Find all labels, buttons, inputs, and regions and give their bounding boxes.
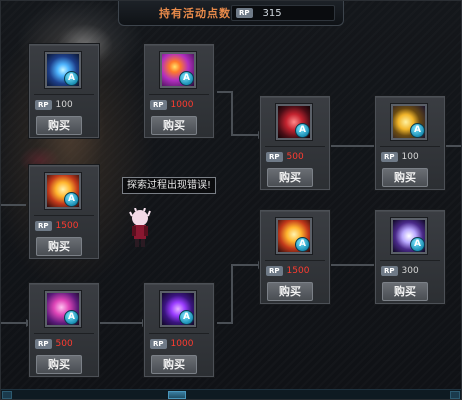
price-value: 300 [401, 266, 419, 276]
item-card: A RP 1500 购买 [260, 210, 330, 304]
rp-currency-icon: RP [236, 8, 253, 18]
character-sprite[interactable] [128, 208, 152, 248]
buy-button[interactable]: 购买 [382, 282, 428, 301]
item-price: RP 1500 [35, 220, 78, 232]
red-scythe-skill-icon[interactable]: A [276, 104, 312, 140]
item-price: RP 500 [35, 338, 73, 350]
item-price: RP 1000 [150, 338, 193, 350]
price-value: 100 [401, 152, 419, 162]
rp-currency-icon: RP [35, 221, 52, 231]
price-value: 1500 [55, 221, 79, 231]
grade-badge: A [410, 237, 425, 252]
magenta-swirl-skill-icon[interactable]: A [45, 291, 81, 327]
activity-points-header: 持有活动点数 RP 315 [118, 0, 344, 26]
item-price: RP 100 [35, 99, 73, 111]
rp-currency-icon: RP [150, 339, 167, 349]
rp-currency-icon: RP [150, 100, 167, 110]
buy-button[interactable]: 购买 [382, 168, 428, 187]
activity-points-title: 持有活动点数 [159, 6, 231, 20]
grade-badge: A [295, 123, 310, 138]
gold-ring-skill-icon[interactable]: A [391, 104, 427, 140]
buy-button[interactable]: 购买 [36, 355, 82, 374]
rp-currency-icon: RP [35, 100, 52, 110]
error-tooltip: 探索过程出现错误! [122, 177, 217, 194]
item-price: RP 1000 [150, 99, 193, 111]
grade-badge: A [64, 71, 79, 86]
skill-tree-panel: 持有活动点数 RP 315 A RP 100 购买 A RP 1000 购买 A… [0, 0, 462, 400]
violet-burst-skill-icon[interactable]: A [160, 291, 196, 327]
item-price: RP 100 [381, 151, 419, 163]
buy-button[interactable]: 购买 [151, 355, 197, 374]
blue-aura-skill-icon[interactable]: A [45, 52, 81, 88]
rp-currency-icon: RP [266, 152, 283, 162]
item-card: A RP 500 购买 [29, 283, 99, 377]
item-card: A RP 1000 购买 [144, 283, 214, 377]
grade-badge: A [295, 237, 310, 252]
item-card: A RP 300 购买 [375, 210, 445, 304]
grade-badge: A [64, 192, 79, 207]
price-value: 1500 [286, 266, 310, 276]
golden-flame-skill-icon[interactable]: A [45, 173, 81, 209]
item-price: RP 1500 [266, 265, 309, 277]
purple-flame-skill-icon[interactable]: A [160, 52, 196, 88]
item-price: RP 500 [266, 151, 304, 163]
grade-badge: A [64, 310, 79, 325]
item-price: RP 300 [381, 265, 419, 277]
horizontal-scrollbar[interactable] [0, 389, 462, 400]
buy-button[interactable]: 购买 [151, 116, 197, 135]
rp-currency-icon: RP [266, 266, 283, 276]
price-value: 1000 [170, 100, 194, 110]
price-value: 500 [286, 152, 304, 162]
silver-blade-skill-icon[interactable]: A [391, 218, 427, 254]
buy-button[interactable]: 购买 [267, 168, 313, 187]
item-card: A RP 100 购买 [375, 96, 445, 190]
scroll-thumb[interactable] [168, 391, 186, 399]
price-value: 1000 [170, 339, 194, 349]
activity-points-display: RP 315 [231, 5, 335, 21]
price-value: 500 [55, 339, 73, 349]
item-card: A RP 1000 购买 [144, 44, 214, 138]
buy-button[interactable]: 购买 [267, 282, 313, 301]
price-value: 100 [55, 100, 73, 110]
buy-button[interactable]: 购买 [36, 116, 82, 135]
golden-flame-skill-icon[interactable]: A [276, 218, 312, 254]
activity-points-value: 315 [262, 7, 282, 19]
grade-badge: A [179, 71, 194, 86]
grade-badge: A [410, 123, 425, 138]
item-card: A RP 500 购买 [260, 96, 330, 190]
item-card: A RP 100 购买 [29, 44, 99, 138]
rp-currency-icon: RP [381, 152, 398, 162]
scroll-right-arrow-icon[interactable] [450, 391, 460, 399]
scroll-left-arrow-icon[interactable] [2, 391, 12, 399]
rp-currency-icon: RP [35, 339, 52, 349]
buy-button[interactable]: 购买 [36, 237, 82, 256]
grade-badge: A [179, 310, 194, 325]
rp-currency-icon: RP [381, 266, 398, 276]
item-card: A RP 1500 购买 [29, 165, 99, 259]
